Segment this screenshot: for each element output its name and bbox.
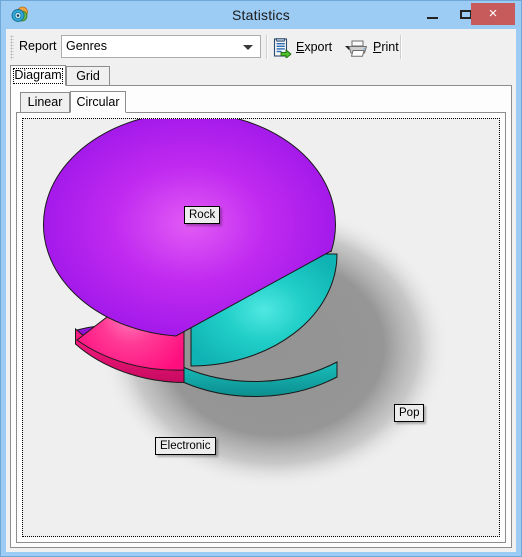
- tab-circular[interactable]: Circular: [70, 91, 126, 113]
- print-button[interactable]: Print: [344, 35, 400, 60]
- tab-linear[interactable]: Linear: [20, 92, 70, 113]
- tab-diagram[interactable]: Diagram: [10, 65, 66, 86]
- statistics-window: Statistics × Report Genres Export Print …: [0, 0, 522, 557]
- inner-tabstrip: Linear Circular: [16, 91, 506, 113]
- close-icon: ×: [488, 5, 498, 22]
- pie-label-rock[interactable]: Rock: [184, 206, 221, 224]
- title-bar[interactable]: Statistics ×: [1, 1, 521, 29]
- circular-tab-panel: Rock Electronic Pop: [16, 112, 506, 543]
- export-clipboard-icon: [273, 37, 292, 59]
- report-combobox-value: Genres: [66, 39, 107, 53]
- pie-label-pop[interactable]: Pop: [394, 404, 425, 422]
- report-label: Report: [19, 39, 57, 53]
- diagram-tab-panel: Linear Circular Rock Electronic Pop: [10, 85, 512, 548]
- print-label: Print: [373, 40, 399, 54]
- chevron-down-icon: [243, 45, 253, 50]
- client-area: Report Genres Export Print Diagram Grid …: [6, 29, 516, 552]
- minimize-button[interactable]: [417, 3, 447, 25]
- export-label-rest: xport: [304, 40, 333, 54]
- toolbar-separator-end: [400, 35, 402, 59]
- minimize-icon: [427, 17, 438, 19]
- tab-circular-label: Circular: [76, 95, 120, 109]
- tab-grid-label: Grid: [76, 69, 100, 83]
- diagram-grid-tabs: Diagram Grid Linear Circular Rock Electr…: [10, 65, 512, 548]
- tab-linear-label: Linear: [27, 95, 63, 109]
- tab-grid[interactable]: Grid: [66, 66, 110, 86]
- pie-chart[interactable]: [23, 119, 500, 537]
- outer-tabstrip: Diagram Grid: [10, 65, 512, 86]
- tab-diagram-label: Diagram: [14, 68, 62, 82]
- export-label: Export: [296, 40, 332, 54]
- toolbar-separator: [266, 35, 268, 59]
- printer-icon: [347, 40, 369, 57]
- toolbar: Report Genres Export Print: [10, 32, 512, 63]
- print-label-rest: rint: [381, 40, 399, 54]
- close-button[interactable]: ×: [471, 3, 515, 25]
- toolbar-grip[interactable]: [10, 35, 14, 60]
- pie-label-electronic[interactable]: Electronic: [155, 437, 216, 455]
- report-combobox[interactable]: Genres: [61, 35, 261, 58]
- pie-chart-panel[interactable]: Rock Electronic Pop: [22, 118, 500, 537]
